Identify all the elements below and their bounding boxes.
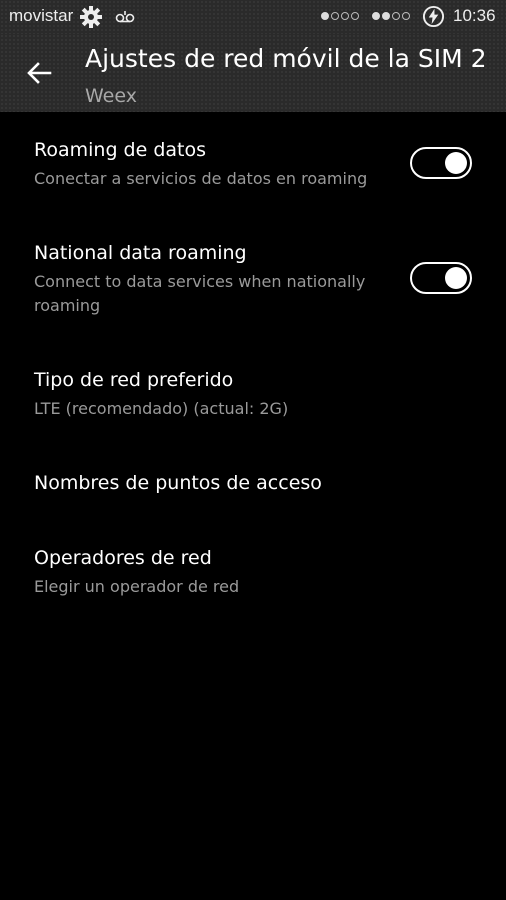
signal-dot — [341, 12, 349, 20]
national-data-roaming-toggle[interactable] — [410, 262, 472, 294]
signal-sim2-icon — [372, 12, 410, 22]
pref-title: Tipo de red preferido — [34, 369, 234, 391]
pref-network-operators[interactable]: Operadores de red Elegir un operador de … — [0, 533, 506, 605]
back-button[interactable] — [20, 54, 58, 92]
pref-summary: Elegir un operador de red — [34, 577, 240, 596]
signal-dot — [351, 12, 359, 20]
pref-summary: Conectar a servicios de datos en roaming — [34, 169, 368, 188]
battery-charging-icon — [422, 5, 445, 28]
pref-summary: LTE (recomendado) (actual: 2G) — [34, 399, 289, 418]
pref-national-data-roaming[interactable]: National data roaming Connect to data se… — [0, 228, 506, 328]
signal-dot — [372, 12, 380, 20]
carrier-name: movistar — [9, 6, 74, 25]
pref-data-roaming[interactable]: Roaming de datos Conectar a servicios de… — [0, 125, 506, 205]
signal-dot — [402, 12, 410, 20]
toggle-knob — [445, 152, 467, 174]
arrow-left-icon — [27, 62, 52, 84]
pref-access-point-names[interactable]: Nombres de puntos de acceso — [0, 458, 506, 510]
pref-title: Roaming de datos — [34, 139, 207, 161]
signal-dot — [392, 12, 400, 20]
voicemail-icon — [115, 11, 135, 23]
pref-summary: Connect to data services when nationally… — [34, 272, 366, 315]
pref-title: Operadores de red — [34, 547, 212, 569]
signal-dot — [331, 12, 339, 20]
signal-dot — [321, 12, 329, 20]
toggle-knob — [445, 267, 467, 289]
gear-icon — [80, 6, 102, 28]
page-subtitle: Weex — [85, 85, 137, 107]
pref-title: Nombres de puntos de acceso — [34, 472, 322, 494]
data-roaming-toggle[interactable] — [410, 147, 472, 179]
status-bar: movistar 10:36 — [0, 0, 506, 34]
signal-dot — [382, 12, 390, 20]
signal-sim1-icon — [321, 12, 359, 22]
page-title: Ajustes de red móvil de la SIM 2 — [85, 44, 487, 73]
pref-title: National data roaming — [34, 242, 247, 264]
pref-preferred-network-type[interactable]: Tipo de red preferido LTE (recomendado) … — [0, 355, 506, 425]
clock: 10:36 — [453, 6, 496, 25]
app-header: Ajustes de red móvil de la SIM 2 Weex — [0, 34, 506, 112]
